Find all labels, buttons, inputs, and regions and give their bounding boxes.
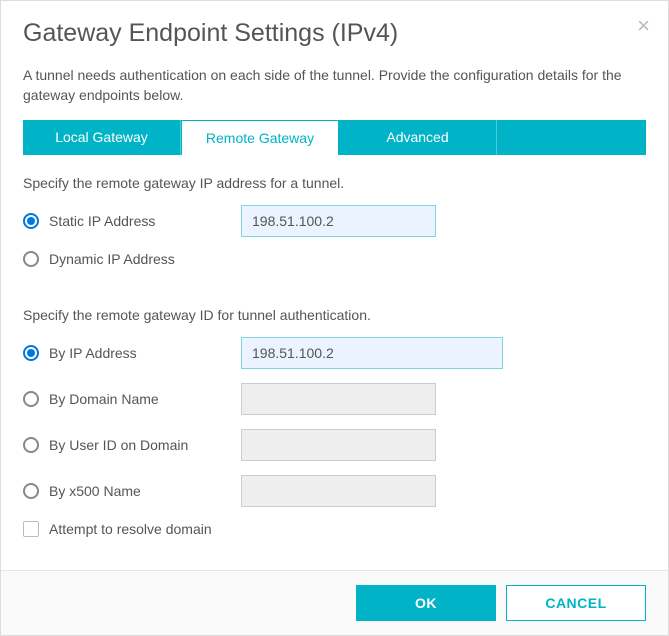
- dynamic-ip-label: Dynamic IP Address: [49, 251, 175, 267]
- by-domain-input[interactable]: [241, 383, 436, 415]
- dynamic-ip-row: Dynamic IP Address: [23, 251, 646, 267]
- by-userid-label: By User ID on Domain: [49, 437, 188, 453]
- resolve-domain-label: Attempt to resolve domain: [49, 521, 212, 537]
- dialog-footer: OK CANCEL: [1, 570, 668, 635]
- ok-button[interactable]: OK: [356, 585, 496, 621]
- ip-section-heading: Specify the remote gateway IP address fo…: [23, 175, 646, 191]
- id-section-heading: Specify the remote gateway ID for tunnel…: [23, 307, 646, 323]
- resolve-domain-row[interactable]: Attempt to resolve domain: [23, 521, 646, 537]
- by-userid-row: By User ID on Domain: [23, 429, 646, 461]
- by-userid-radio[interactable]: [23, 437, 39, 453]
- by-domain-radio-group[interactable]: By Domain Name: [23, 391, 241, 407]
- static-ip-label: Static IP Address: [49, 213, 155, 229]
- static-ip-input[interactable]: [241, 205, 436, 237]
- static-ip-row: Static IP Address: [23, 205, 646, 237]
- tab-remote-gateway[interactable]: Remote Gateway: [181, 120, 339, 155]
- by-ip-label: By IP Address: [49, 345, 137, 361]
- static-ip-radio-group[interactable]: Static IP Address: [23, 213, 241, 229]
- close-icon[interactable]: ×: [637, 15, 650, 37]
- dialog-description: A tunnel needs authentication on each si…: [23, 66, 646, 105]
- dynamic-ip-radio[interactable]: [23, 251, 39, 267]
- by-domain-row: By Domain Name: [23, 383, 646, 415]
- by-ip-input[interactable]: [241, 337, 503, 369]
- resolve-domain-checkbox[interactable]: [23, 521, 39, 537]
- by-userid-radio-group[interactable]: By User ID on Domain: [23, 437, 241, 453]
- cancel-button[interactable]: CANCEL: [506, 585, 646, 621]
- by-ip-radio[interactable]: [23, 345, 39, 361]
- by-userid-input[interactable]: [241, 429, 436, 461]
- by-domain-radio[interactable]: [23, 391, 39, 407]
- tabs: Local Gateway Remote Gateway Advanced: [23, 120, 646, 155]
- tab-filler: [497, 120, 646, 155]
- tab-local-gateway[interactable]: Local Gateway: [23, 120, 181, 155]
- by-ip-row: By IP Address: [23, 337, 646, 369]
- by-x500-label: By x500 Name: [49, 483, 141, 499]
- by-x500-radio-group[interactable]: By x500 Name: [23, 483, 241, 499]
- dialog-header: Gateway Endpoint Settings (IPv4) ×: [1, 1, 668, 58]
- by-x500-input[interactable]: [241, 475, 436, 507]
- by-domain-label: By Domain Name: [49, 391, 159, 407]
- by-ip-radio-group[interactable]: By IP Address: [23, 345, 241, 361]
- dialog-title: Gateway Endpoint Settings (IPv4): [23, 19, 646, 48]
- dynamic-ip-radio-group[interactable]: Dynamic IP Address: [23, 251, 241, 267]
- gateway-endpoint-dialog: Gateway Endpoint Settings (IPv4) × A tun…: [0, 0, 669, 636]
- by-x500-radio[interactable]: [23, 483, 39, 499]
- static-ip-radio[interactable]: [23, 213, 39, 229]
- dialog-body: A tunnel needs authentication on each si…: [1, 58, 668, 570]
- by-x500-row: By x500 Name: [23, 475, 646, 507]
- tab-advanced[interactable]: Advanced: [339, 120, 497, 155]
